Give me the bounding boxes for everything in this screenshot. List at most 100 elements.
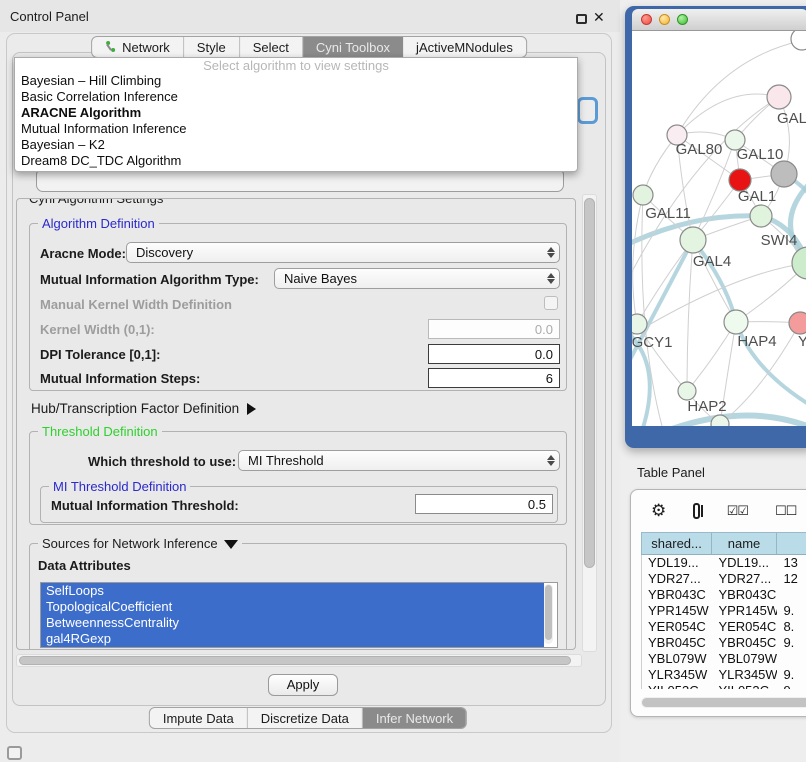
label: Impute Data (163, 708, 234, 729)
select-all-icon[interactable]: ☑☑ (727, 503, 748, 519)
updown-arrows-icon (543, 243, 559, 262)
control-panel-tab[interactable]: Select (240, 37, 303, 57)
table-column-header[interactable]: name (712, 533, 777, 554)
table-row[interactable]: YBL079WYBL079W (642, 651, 806, 667)
table-row[interactable]: YIL053CYIL053C9. (642, 683, 806, 689)
network-node-label: GAL80 (676, 141, 723, 158)
table-cell (777, 587, 806, 603)
network-node[interactable] (771, 161, 797, 187)
threshold-definition-group: Threshold Definition Which threshold to … (29, 431, 567, 525)
aracne-mode-value: Discovery (127, 245, 543, 260)
mi-threshold-input[interactable]: 0.5 (415, 494, 553, 514)
label: ARACNE Algorithm (21, 105, 141, 120)
which-threshold-select[interactable]: MI Threshold (238, 450, 560, 471)
settings-horizontal-scrollbar[interactable] (16, 654, 582, 667)
hub-definition-expander[interactable]: Hub/Transcription Factor Definition (31, 401, 256, 416)
table-column-header[interactable]: shared... (642, 533, 712, 554)
cyni-mode-tab[interactable]: Discretize Data (248, 708, 363, 728)
data-attributes-list[interactable]: SelfLoopsTopologicalCoefficientBetweenne… (40, 582, 558, 648)
control-panel-tab[interactable]: Network (92, 37, 184, 57)
apply-button[interactable]: Apply (268, 674, 338, 696)
close-panel-icon[interactable]: ✕ (593, 9, 605, 26)
table-panel-title: Table Panel (637, 465, 705, 480)
settings-gear-icon[interactable]: ⚙ (651, 501, 666, 521)
aracne-mode-select[interactable]: Discovery (126, 242, 560, 263)
table-row[interactable]: YPR145WYPR145W9. (642, 603, 806, 619)
cyni-bottom-tabs: Impute Data Discretize DataInfer Network (149, 707, 467, 729)
network-edge[interactable] (687, 322, 736, 391)
label: Dream8 DC_TDC Algorithm (21, 153, 181, 168)
dpi-tolerance-input[interactable]: 0.0 (428, 344, 560, 364)
table-cell: YDR27... (712, 571, 777, 587)
sources-title[interactable]: Sources for Network Inference (38, 536, 242, 551)
control-panel-tab[interactable]: Cyni Toolbox (303, 37, 403, 57)
table-cell: YIL053C (712, 683, 777, 689)
table-row[interactable]: YBR045CYBR045C9. (642, 635, 806, 651)
network-node[interactable] (680, 227, 706, 253)
table-horizontal-thumb[interactable] (642, 698, 806, 707)
minimize-window-icon[interactable] (659, 14, 670, 25)
network-canvas[interactable]: GALGAL80GAL10GAL1GAL11SWI4GAL4GCY1HAP4YH… (632, 31, 806, 426)
column-layout-icon[interactable] (693, 503, 699, 519)
algorithm-option[interactable]: Bayesian – Hill Climbing (15, 73, 577, 89)
attributes-scrollbar-thumb[interactable] (545, 585, 552, 640)
table-cell: YDL19... (642, 555, 712, 571)
network-node[interactable] (633, 185, 653, 205)
mi-steps-input[interactable]: 6 (428, 368, 560, 388)
table-row[interactable]: YDL19...YDL19...13 (642, 555, 806, 571)
network-node-label: GAL (777, 110, 806, 127)
zoom-window-icon[interactable] (677, 14, 688, 25)
updown-arrows-icon (543, 451, 559, 470)
algorithm-option[interactable]: Dream8 DC_TDC Algorithm (15, 153, 577, 169)
cyni-mode-tab[interactable]: Impute Data (150, 708, 248, 728)
sources-group: Sources for Network Inference Data Attri… (29, 543, 567, 650)
table-row[interactable]: YDR27...YDR27...12 (642, 571, 806, 587)
label: jActiveMNodules (416, 37, 513, 58)
deselect-all-icon[interactable]: ☐☐ (775, 503, 796, 519)
network-view-window: GALGAL80GAL10GAL1GAL11SWI4GAL4GCY1HAP4YH… (625, 6, 806, 448)
close-window-icon[interactable] (641, 14, 652, 25)
sources-title-text: Sources for Network Inference (42, 536, 218, 551)
minimized-panel-icon[interactable] (7, 746, 22, 760)
mi-type-select[interactable]: Naive Bayes (274, 268, 560, 289)
table-horizontal-scrollbar[interactable] (641, 697, 806, 708)
manual-kernel-checkbox[interactable] (544, 296, 558, 310)
settings-vertical-thumb[interactable] (584, 198, 595, 568)
network-node[interactable] (792, 247, 806, 279)
float-panel-icon[interactable] (576, 14, 587, 24)
table-cell: YPR145W (642, 603, 712, 619)
label: Bayesian – K2 (21, 137, 105, 152)
algorithm-option[interactable]: Mutual Information Inference (15, 121, 577, 137)
network-node[interactable] (791, 31, 806, 50)
network-window-titlebar[interactable] (632, 9, 806, 31)
network-node[interactable] (632, 314, 647, 334)
label: Basic Correlation Inference (21, 89, 178, 104)
table-column-header[interactable] (777, 533, 806, 554)
network-node[interactable] (724, 310, 748, 334)
data-attribute-option[interactable]: BetweennessCentrality (41, 615, 544, 631)
settings-vertical-scrollbar[interactable] (582, 194, 597, 652)
algorithm-option[interactable]: ARACNE Algorithm (15, 105, 577, 121)
table-row[interactable]: YER054CYER054C8. (642, 619, 806, 635)
data-attribute-option[interactable]: TopologicalCoefficient (41, 599, 544, 615)
algorithm-definition-title: Algorithm Definition (38, 216, 159, 231)
data-attribute-option[interactable]: SelfLoops (41, 583, 544, 599)
table-row[interactable]: YBR043CYBR043C (642, 587, 806, 603)
settings-horizontal-thumb[interactable] (19, 656, 571, 665)
network-edge-highlighted[interactable] (672, 415, 806, 426)
network-edge[interactable] (677, 94, 779, 135)
table-row[interactable]: YLR345WYLR345W9. (642, 667, 806, 683)
attributes-list-scrollbar[interactable] (544, 584, 553, 644)
network-node[interactable] (789, 312, 806, 334)
kernel-width-input[interactable]: 0.0 (428, 319, 560, 339)
algorithm-option[interactable]: Basic Correlation Inference (15, 89, 577, 105)
cyni-mode-tab[interactable]: Infer Network (363, 708, 466, 728)
network-node[interactable] (750, 205, 772, 227)
network-node[interactable] (767, 85, 791, 109)
control-panel-tab[interactable]: jActiveMNodules (403, 37, 526, 57)
control-panel-tab[interactable]: Style (184, 37, 240, 57)
data-attribute-option[interactable]: gal4RGexp (41, 631, 544, 647)
table-toolbar: ⚙ ☑☑ ☐☐ (631, 490, 806, 532)
algorithm-option[interactable]: Bayesian – K2 (15, 137, 577, 153)
network-node-label: Y (798, 333, 806, 350)
